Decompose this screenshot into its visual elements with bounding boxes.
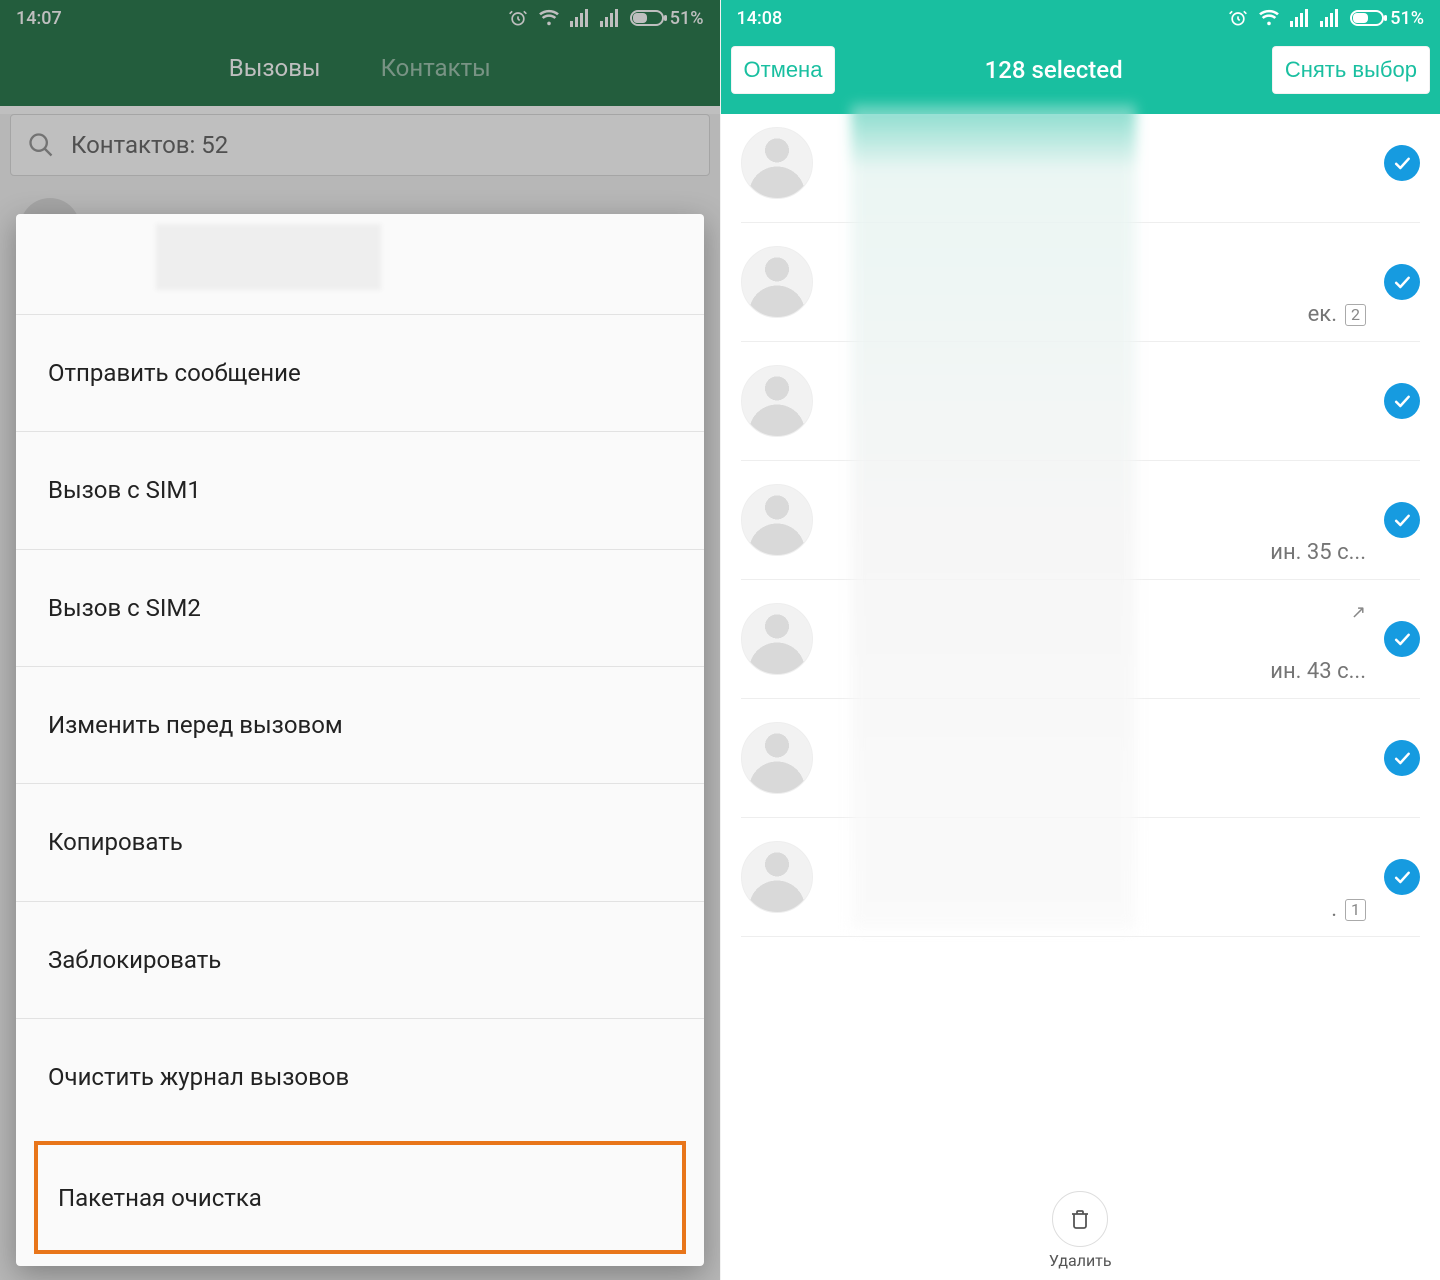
- menu-call-sim2[interactable]: Вызов с SIM2: [16, 549, 704, 666]
- menu-clear-log[interactable]: Очистить журнал вызовов: [16, 1018, 704, 1135]
- deselect-all-button[interactable]: Снять выбор: [1272, 46, 1430, 94]
- selected-check-icon[interactable]: [1384, 621, 1420, 657]
- avatar: [741, 127, 813, 199]
- avatar: [741, 365, 813, 437]
- selection-count: 128 selected: [985, 56, 1123, 84]
- call-detail-tail: .1: [1331, 897, 1366, 922]
- context-menu-modal: Отправить сообщение Вызов с SIM1 Вызов с…: [16, 214, 704, 1266]
- status-time: 14:08: [737, 8, 783, 29]
- menu-call-sim1[interactable]: Вызов с SIM1: [16, 431, 704, 548]
- menu-copy[interactable]: Копировать: [16, 783, 704, 900]
- outgoing-call-icon: ↗: [1351, 602, 1366, 623]
- call-detail-tail: ек.2: [1308, 302, 1366, 327]
- modal-header: [16, 214, 704, 314]
- contact-name-blurred: [156, 224, 381, 290]
- signal-icon-2: [1320, 9, 1340, 27]
- menu-block[interactable]: Заблокировать: [16, 901, 704, 1018]
- menu-edit-before-call[interactable]: Изменить перед вызовом: [16, 666, 704, 783]
- left-screenshot: 14:07 51% Вызов: [0, 0, 721, 1280]
- sim-badge: 1: [1345, 899, 1366, 921]
- selected-check-icon[interactable]: [1384, 145, 1420, 181]
- menu-batch-clear[interactable]: Пакетная очистка: [34, 1141, 686, 1254]
- battery-pct: 51%: [1390, 8, 1424, 29]
- avatar: [741, 722, 813, 794]
- selected-check-icon[interactable]: [1384, 859, 1420, 895]
- selected-check-icon[interactable]: [1384, 383, 1420, 419]
- bottom-action-bar: Удалить: [721, 1180, 1440, 1280]
- avatar: [741, 603, 813, 675]
- avatar: [741, 841, 813, 913]
- selected-check-icon[interactable]: [1384, 740, 1420, 776]
- right-screenshot: 14:08 51% Отмен: [721, 0, 1440, 1280]
- call-detail-tail: ин. 35 с...: [1270, 540, 1366, 565]
- call-detail-tail: ин. 43 с...: [1270, 659, 1366, 684]
- delete-label: Удалить: [1049, 1251, 1112, 1270]
- avatar: [741, 484, 813, 556]
- right-header: 14:08 51% Отмен: [721, 0, 1440, 114]
- delete-button[interactable]: [1052, 1191, 1108, 1247]
- selected-check-icon[interactable]: [1384, 502, 1420, 538]
- selected-check-icon[interactable]: [1384, 264, 1420, 300]
- selection-toolbar: Отмена 128 selected Снять выбор: [721, 36, 1440, 114]
- status-bar: 14:08 51%: [721, 0, 1440, 36]
- menu-send-message[interactable]: Отправить сообщение: [16, 314, 704, 431]
- trash-icon: [1068, 1207, 1092, 1231]
- wifi-icon: [1258, 9, 1280, 27]
- status-icons: 51%: [1228, 8, 1424, 29]
- menu-list: Отправить сообщение Вызов с SIM1 Вызов с…: [16, 314, 704, 1266]
- signal-icon: [1290, 9, 1310, 27]
- alarm-icon: [1228, 8, 1248, 28]
- avatar: [741, 246, 813, 318]
- sim-badge: 2: [1345, 304, 1366, 326]
- names-blurred-overlay: [851, 104, 1136, 929]
- cancel-button[interactable]: Отмена: [731, 46, 836, 94]
- battery-indicator: 51%: [1350, 8, 1424, 29]
